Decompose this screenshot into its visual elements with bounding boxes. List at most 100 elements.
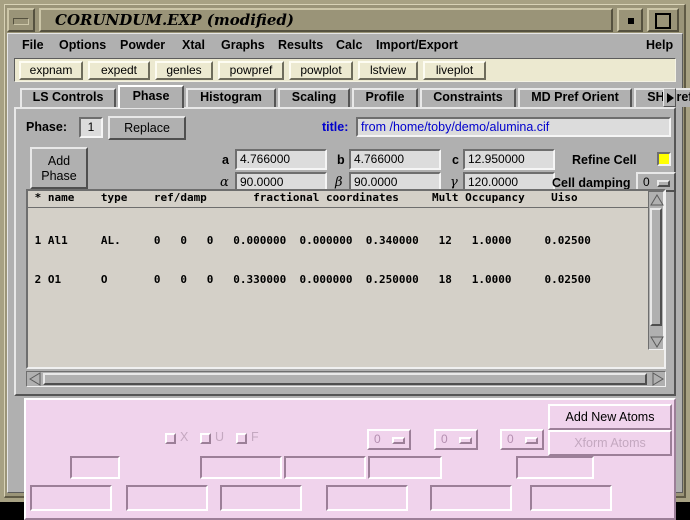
maximize-button[interactable]: [647, 8, 679, 32]
atom-field-b6[interactable]: [530, 485, 612, 511]
menu-graphs[interactable]: Graphs: [216, 36, 270, 55]
scrollbar-thumb[interactable]: [43, 373, 647, 385]
cell-damping-value: 0: [643, 175, 650, 189]
atom-table: * name type ref/damp fractional coordina…: [26, 189, 666, 369]
menu-bar: File Options Powder Xtal Graphs Results …: [9, 35, 682, 56]
tool-button-genles[interactable]: genles: [155, 61, 213, 80]
damping-x-value: 0: [374, 432, 381, 446]
add-phase-button[interactable]: Add Phase: [30, 147, 88, 189]
dropdown-indicator-icon: [392, 437, 405, 444]
atom-table-body: 1 Al1 AL. 0 0 0 0.000000 0.000000 0.3400…: [28, 208, 650, 350]
tab-md-pref-orient[interactable]: MD Pref Orient: [518, 88, 632, 107]
triangle-right-icon[interactable]: [651, 372, 665, 386]
table-row[interactable]: 1 Al1 AL. 0 0 0 0.000000 0.000000 0.3400…: [28, 234, 650, 247]
cell-damping-label: Cell damping: [552, 176, 631, 190]
cell-alpha-label: α: [220, 175, 229, 190]
cell-b-entry[interactable]: 4.766000: [349, 149, 441, 170]
atom-field-b4[interactable]: [326, 485, 408, 511]
atom-field-b3[interactable]: [220, 485, 302, 511]
phase-number-entry[interactable]: 1: [79, 117, 103, 138]
tab-constraints[interactable]: Constraints: [420, 88, 516, 107]
triangle-up-icon[interactable]: [650, 193, 664, 207]
atom-field-y[interactable]: [284, 456, 366, 479]
refine-x-label: X: [180, 430, 189, 444]
cell-b-label: b: [337, 153, 345, 167]
tab-bar: LS Controls Phase Histogram Scaling Prof…: [14, 85, 690, 108]
damping-f-value: 0: [507, 432, 514, 446]
dropdown-indicator-icon: [459, 437, 472, 444]
menu-options[interactable]: Options: [54, 36, 111, 55]
refine-f-checkbox: [236, 433, 247, 444]
cell-c-entry[interactable]: 12.950000: [463, 149, 555, 170]
refine-cell-checkbox[interactable]: [657, 152, 671, 166]
menu-powder[interactable]: Powder: [115, 36, 170, 55]
tab-scroll-right-button[interactable]: [663, 88, 676, 107]
tab-sh-pref-orient[interactable]: SH Pref Orient: [634, 88, 690, 107]
window-menu-icon: [13, 18, 29, 25]
dropdown-indicator-icon: [657, 180, 670, 187]
add-new-atoms-button[interactable]: Add New Atoms: [548, 404, 672, 430]
chevron-right-icon: [667, 93, 674, 103]
atom-table-header: * name type ref/damp fractional coordina…: [28, 191, 650, 208]
refine-x-checkbox: [165, 433, 176, 444]
atom-field-b2[interactable]: [126, 485, 208, 511]
cell-gamma-label: γ: [450, 175, 458, 190]
cell-c-label: c: [452, 153, 459, 167]
triangle-down-icon[interactable]: [650, 335, 664, 349]
atom-field-b5[interactable]: [430, 485, 512, 511]
maximize-icon: [655, 13, 671, 29]
atom-field-b1[interactable]: [30, 485, 112, 511]
tab-histogram[interactable]: Histogram: [186, 88, 276, 107]
tab-profile[interactable]: Profile: [352, 88, 418, 107]
replace-button[interactable]: Replace: [108, 116, 186, 140]
minimize-button[interactable]: [617, 8, 643, 32]
phase-label: Phase:: [26, 120, 67, 134]
scrollbar-thumb[interactable]: [650, 208, 662, 326]
add-phase-label-line2: Phase: [41, 169, 77, 183]
refine-u-label: U: [215, 430, 225, 444]
damping-dropdown-u: 0: [434, 429, 478, 450]
cell-a-label: a: [222, 153, 229, 167]
title-label: title:: [322, 120, 349, 134]
tool-button-powpref[interactable]: powpref: [218, 61, 284, 80]
menu-help[interactable]: Help: [641, 36, 678, 55]
damping-u-value: 0: [441, 432, 448, 446]
title-entry[interactable]: from /home/toby/demo/alumina.cif: [356, 117, 671, 137]
atom-field-name[interactable]: [70, 456, 120, 479]
xform-atoms-button: Xform Atoms: [548, 430, 672, 456]
menu-xtal[interactable]: Xtal: [177, 36, 210, 55]
minimize-icon: [628, 18, 634, 24]
cell-beta-label: β: [335, 175, 343, 190]
tool-button-expnam[interactable]: expnam: [19, 61, 83, 80]
menu-results[interactable]: Results: [273, 36, 328, 55]
tab-ls-controls[interactable]: LS Controls: [20, 88, 116, 107]
script-toolbar: expnam expedt genles powpref powplot lst…: [14, 58, 676, 82]
atom-table-vertical-scrollbar[interactable]: [648, 191, 664, 350]
damping-dropdown-x: 0: [367, 429, 411, 450]
atom-field-x[interactable]: [200, 456, 282, 479]
refine-f-label: F: [251, 430, 259, 444]
atom-field-occupancy[interactable]: [516, 456, 594, 479]
tool-button-lstview[interactable]: lstview: [358, 61, 418, 80]
tool-button-powplot[interactable]: powplot: [289, 61, 353, 80]
table-row[interactable]: 2 O1 O 0 0 0 0.330000 0.000000 0.250000 …: [28, 273, 650, 286]
cell-a-entry[interactable]: 4.766000: [235, 149, 327, 170]
title-bar: CORUNDUM.EXP (modified): [7, 7, 683, 33]
tool-button-liveplot[interactable]: liveplot: [423, 61, 486, 80]
menu-file[interactable]: File: [17, 36, 49, 55]
tab-phase[interactable]: Phase: [118, 85, 184, 108]
triangle-left-icon[interactable]: [28, 372, 42, 386]
menu-import-export[interactable]: Import/Export: [371, 36, 463, 55]
atom-table-horizontal-scrollbar[interactable]: [26, 371, 666, 387]
tab-scaling[interactable]: Scaling: [278, 88, 350, 107]
window-content: File Options Powder Xtal Graphs Results …: [7, 33, 690, 520]
phase-panel: Phase: 1 Replace Add Phase title: from /…: [14, 107, 676, 396]
application-window: CORUNDUM.EXP (modified) File Options Pow…: [0, 0, 690, 520]
refine-u-checkbox: [200, 433, 211, 444]
add-phase-label-line1: Add: [47, 154, 71, 168]
tool-button-expedt[interactable]: expedt: [88, 61, 150, 80]
dropdown-indicator-icon: [525, 437, 538, 444]
menu-calc[interactable]: Calc: [331, 36, 367, 55]
window-menu-button[interactable]: [7, 8, 35, 32]
atom-field-z[interactable]: [368, 456, 442, 479]
